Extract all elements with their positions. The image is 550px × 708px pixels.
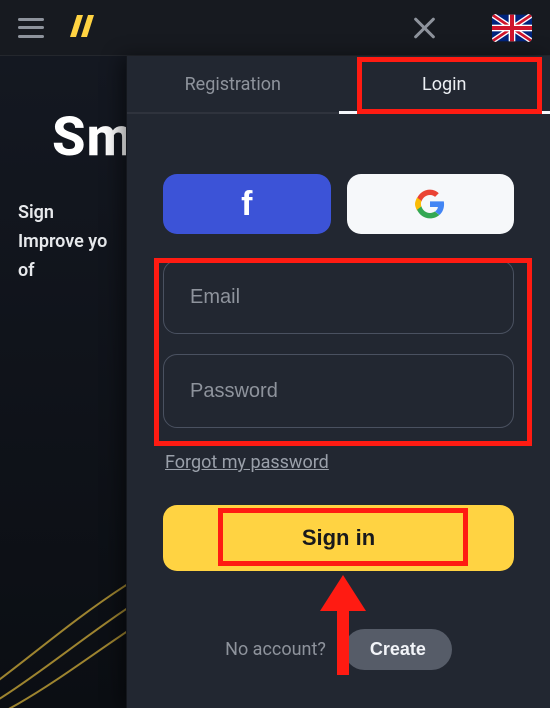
email-field[interactable] [163, 260, 514, 334]
brand-logo-icon[interactable] [68, 12, 96, 44]
google-icon [415, 189, 445, 219]
create-account-row: No account? Create [163, 629, 514, 670]
no-account-text: No account? [225, 639, 326, 660]
password-field[interactable] [163, 354, 514, 428]
auth-tabs: Registration Login [127, 56, 550, 114]
tab-login[interactable]: Login [339, 56, 550, 112]
forgot-password-link[interactable]: Forgot my password [165, 452, 329, 473]
facebook-login-button[interactable]: f [163, 174, 331, 234]
create-account-button[interactable]: Create [344, 629, 452, 670]
auth-panel: Registration Login f Forgot my password … [126, 56, 550, 708]
tab-registration[interactable]: Registration [127, 56, 339, 112]
google-login-button[interactable] [347, 174, 515, 234]
social-login-row: f [163, 174, 514, 234]
auth-panel-body: f Forgot my password Sign in No account?… [127, 114, 550, 670]
signin-button[interactable]: Sign in [163, 505, 514, 571]
hamburger-menu-icon[interactable] [18, 18, 44, 38]
close-icon[interactable] [410, 14, 438, 42]
top-bar [0, 0, 550, 56]
facebook-icon: f [241, 185, 252, 224]
language-flag-uk[interactable] [492, 14, 532, 42]
